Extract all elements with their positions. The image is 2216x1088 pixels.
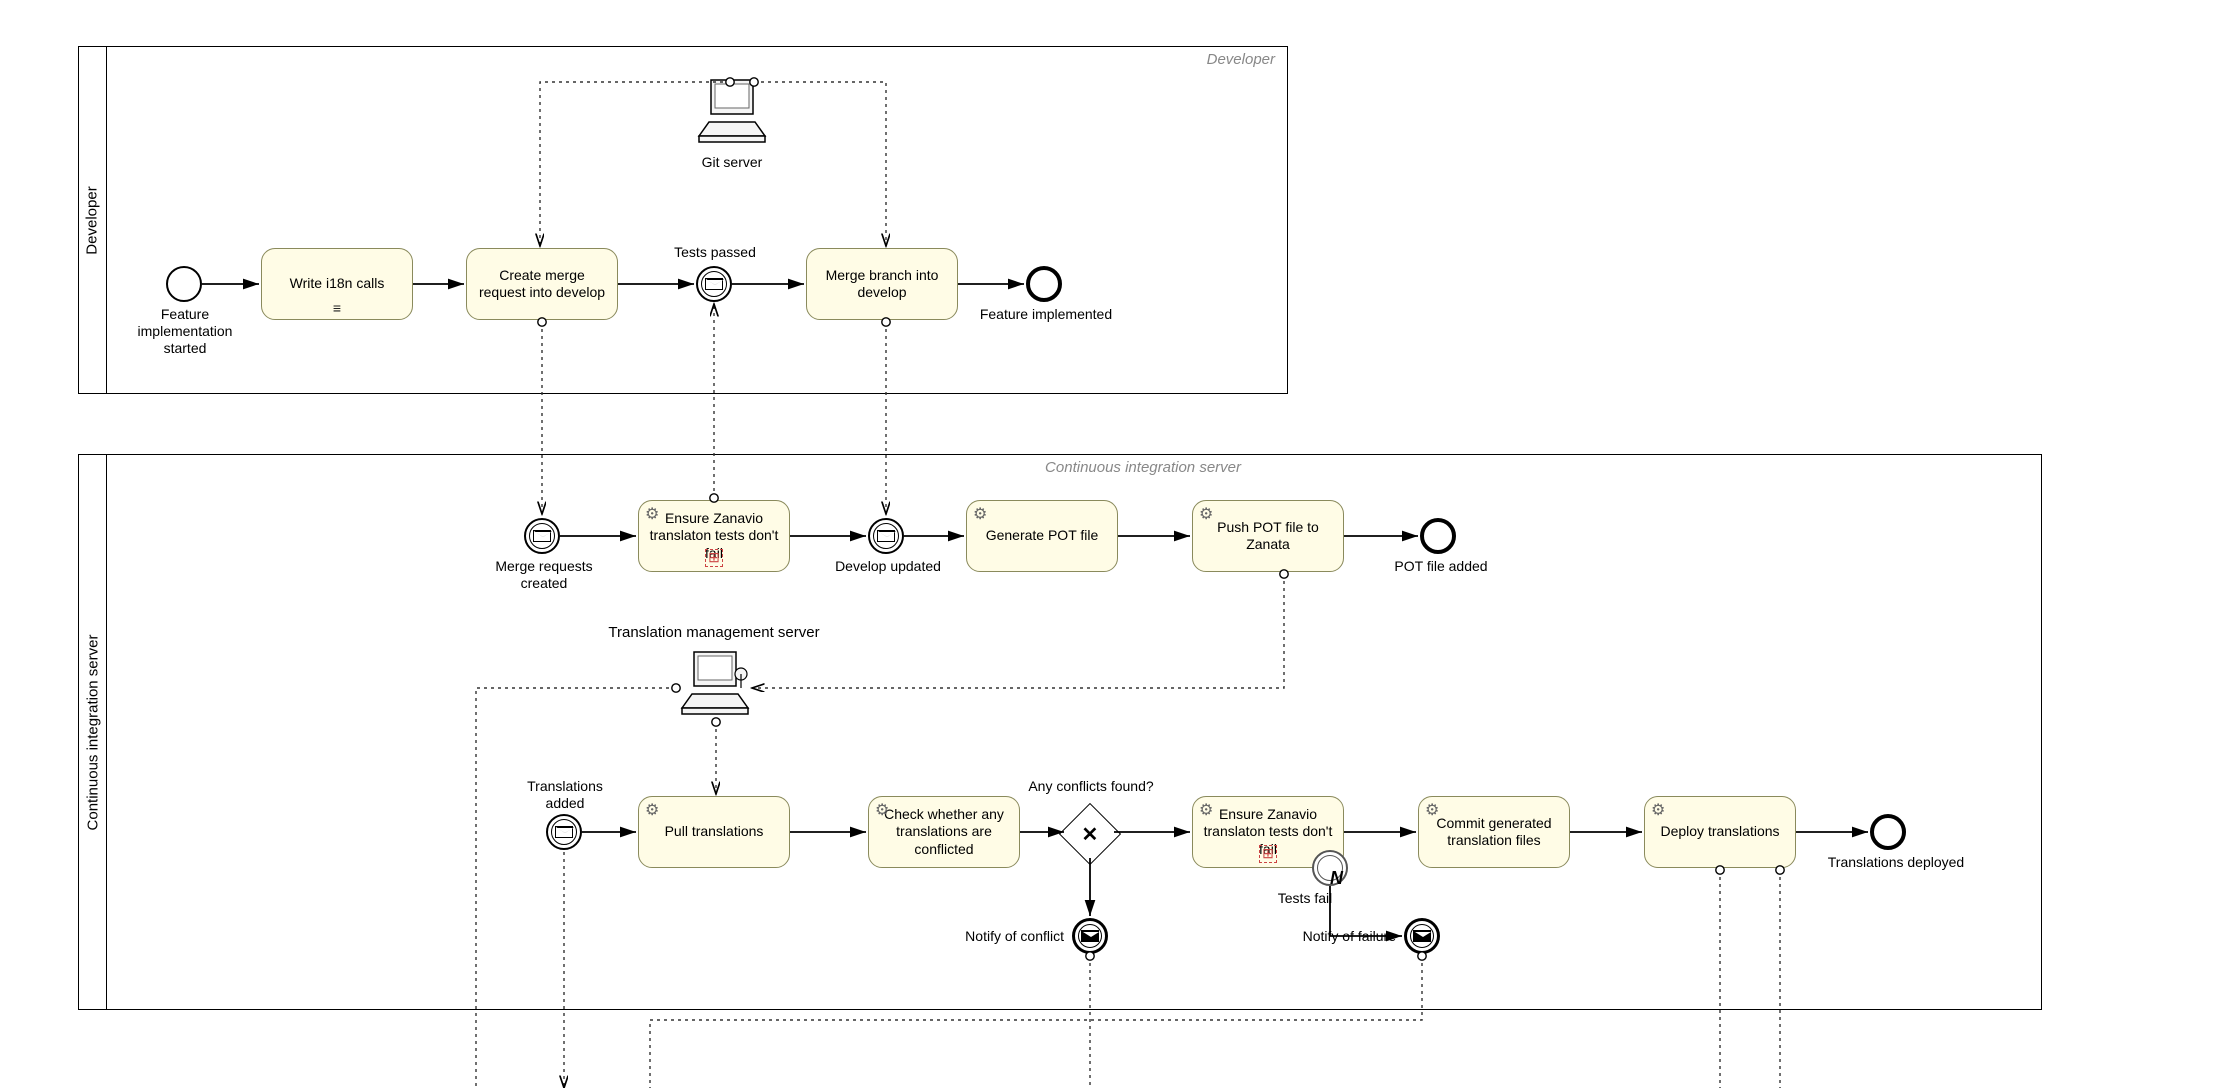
envelope-dark-icon [1413, 930, 1431, 942]
envelope-icon [555, 826, 573, 838]
envelope-icon [705, 278, 723, 290]
envelope-dark-icon [1081, 930, 1099, 942]
envelope-icon [533, 530, 551, 542]
envelope-icon [877, 530, 895, 542]
